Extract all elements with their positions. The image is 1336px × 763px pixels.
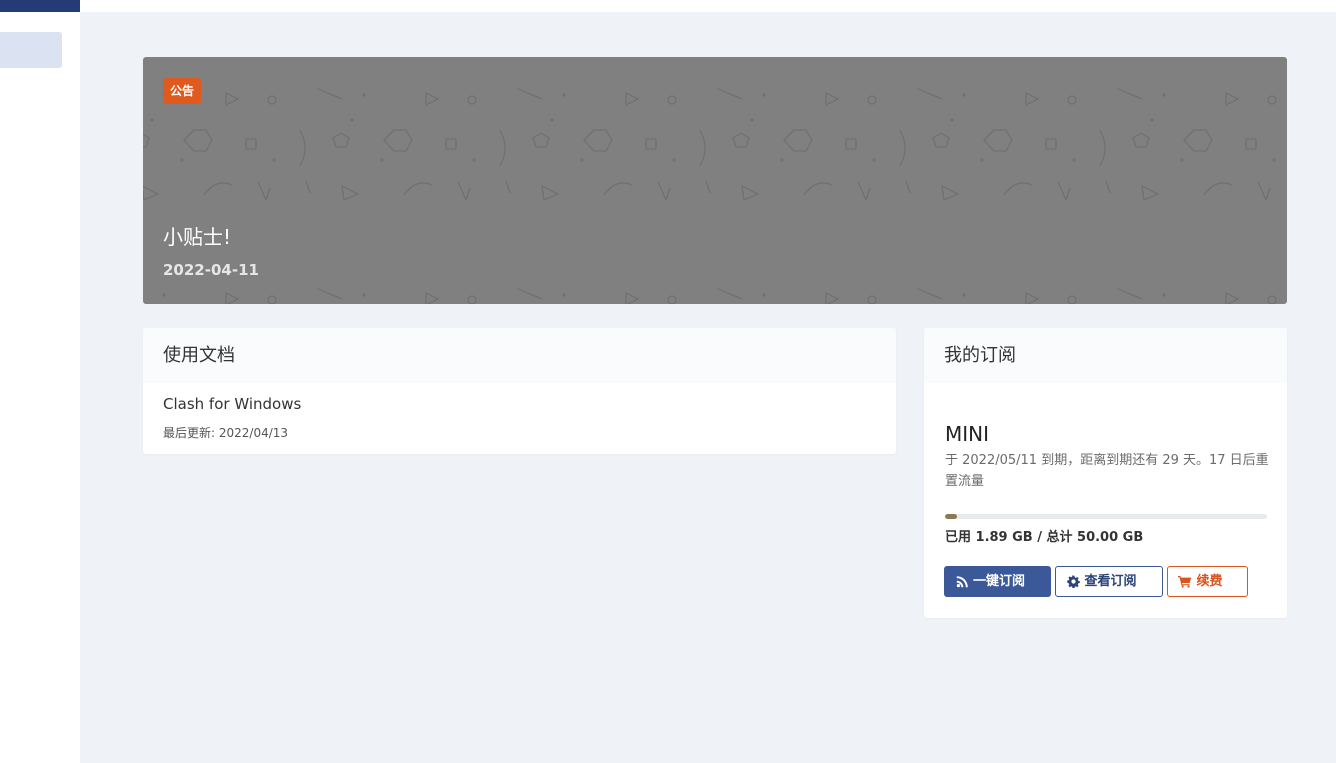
announcement-date: 2022-04-11 <box>163 261 259 279</box>
doc-item-title[interactable]: Clash for Windows <box>163 395 301 413</box>
renew-button[interactable]: 续费 <box>1167 566 1248 597</box>
usage-progress-fill <box>945 514 958 519</box>
cart-icon <box>1178 576 1192 588</box>
announcement-badge: 公告 <box>163 78 202 104</box>
announcement-title: 小贴士! <box>163 225 232 249</box>
top-bar <box>80 0 1336 12</box>
one-click-subscribe-button[interactable]: 一键订阅 <box>944 566 1051 597</box>
rss-icon <box>956 576 968 588</box>
docs-card: 使用文档 Clash for Windows 最后更新: 2022/04/13 <box>143 328 896 454</box>
sidebar-active-item[interactable] <box>0 32 62 68</box>
view-subscription-label: 查看订阅 <box>1084 574 1137 589</box>
subscription-card-title: 我的订阅 <box>924 328 1287 383</box>
banner-pattern <box>143 57 1287 304</box>
view-subscription-button[interactable]: 查看订阅 <box>1055 566 1163 597</box>
doc-item-updated: 最后更新: 2022/04/13 <box>163 426 289 440</box>
renew-label: 续费 <box>1196 574 1223 589</box>
announcement-banner[interactable]: 公告 小贴士! 2022-04-11 <box>143 57 1287 304</box>
one-click-subscribe-label: 一键订阅 <box>972 574 1025 589</box>
usage-progress-bar <box>945 514 1267 519</box>
sidebar <box>0 0 80 763</box>
docs-card-title: 使用文档 <box>143 328 896 383</box>
gear-icon <box>1067 575 1081 588</box>
subscription-card: 我的订阅 MINI 于 2022/05/11 到期，距离到期还有 29 天。17… <box>924 328 1287 618</box>
usage-text: 已用 1.89 GB / 总计 50.00 GB <box>945 530 1144 545</box>
sidebar-brand <box>0 0 80 12</box>
plan-name: MINI <box>945 422 990 446</box>
plan-description: 于 2022/05/11 到期，距离到期还有 29 天。17 日后重置流量 <box>945 453 1269 489</box>
